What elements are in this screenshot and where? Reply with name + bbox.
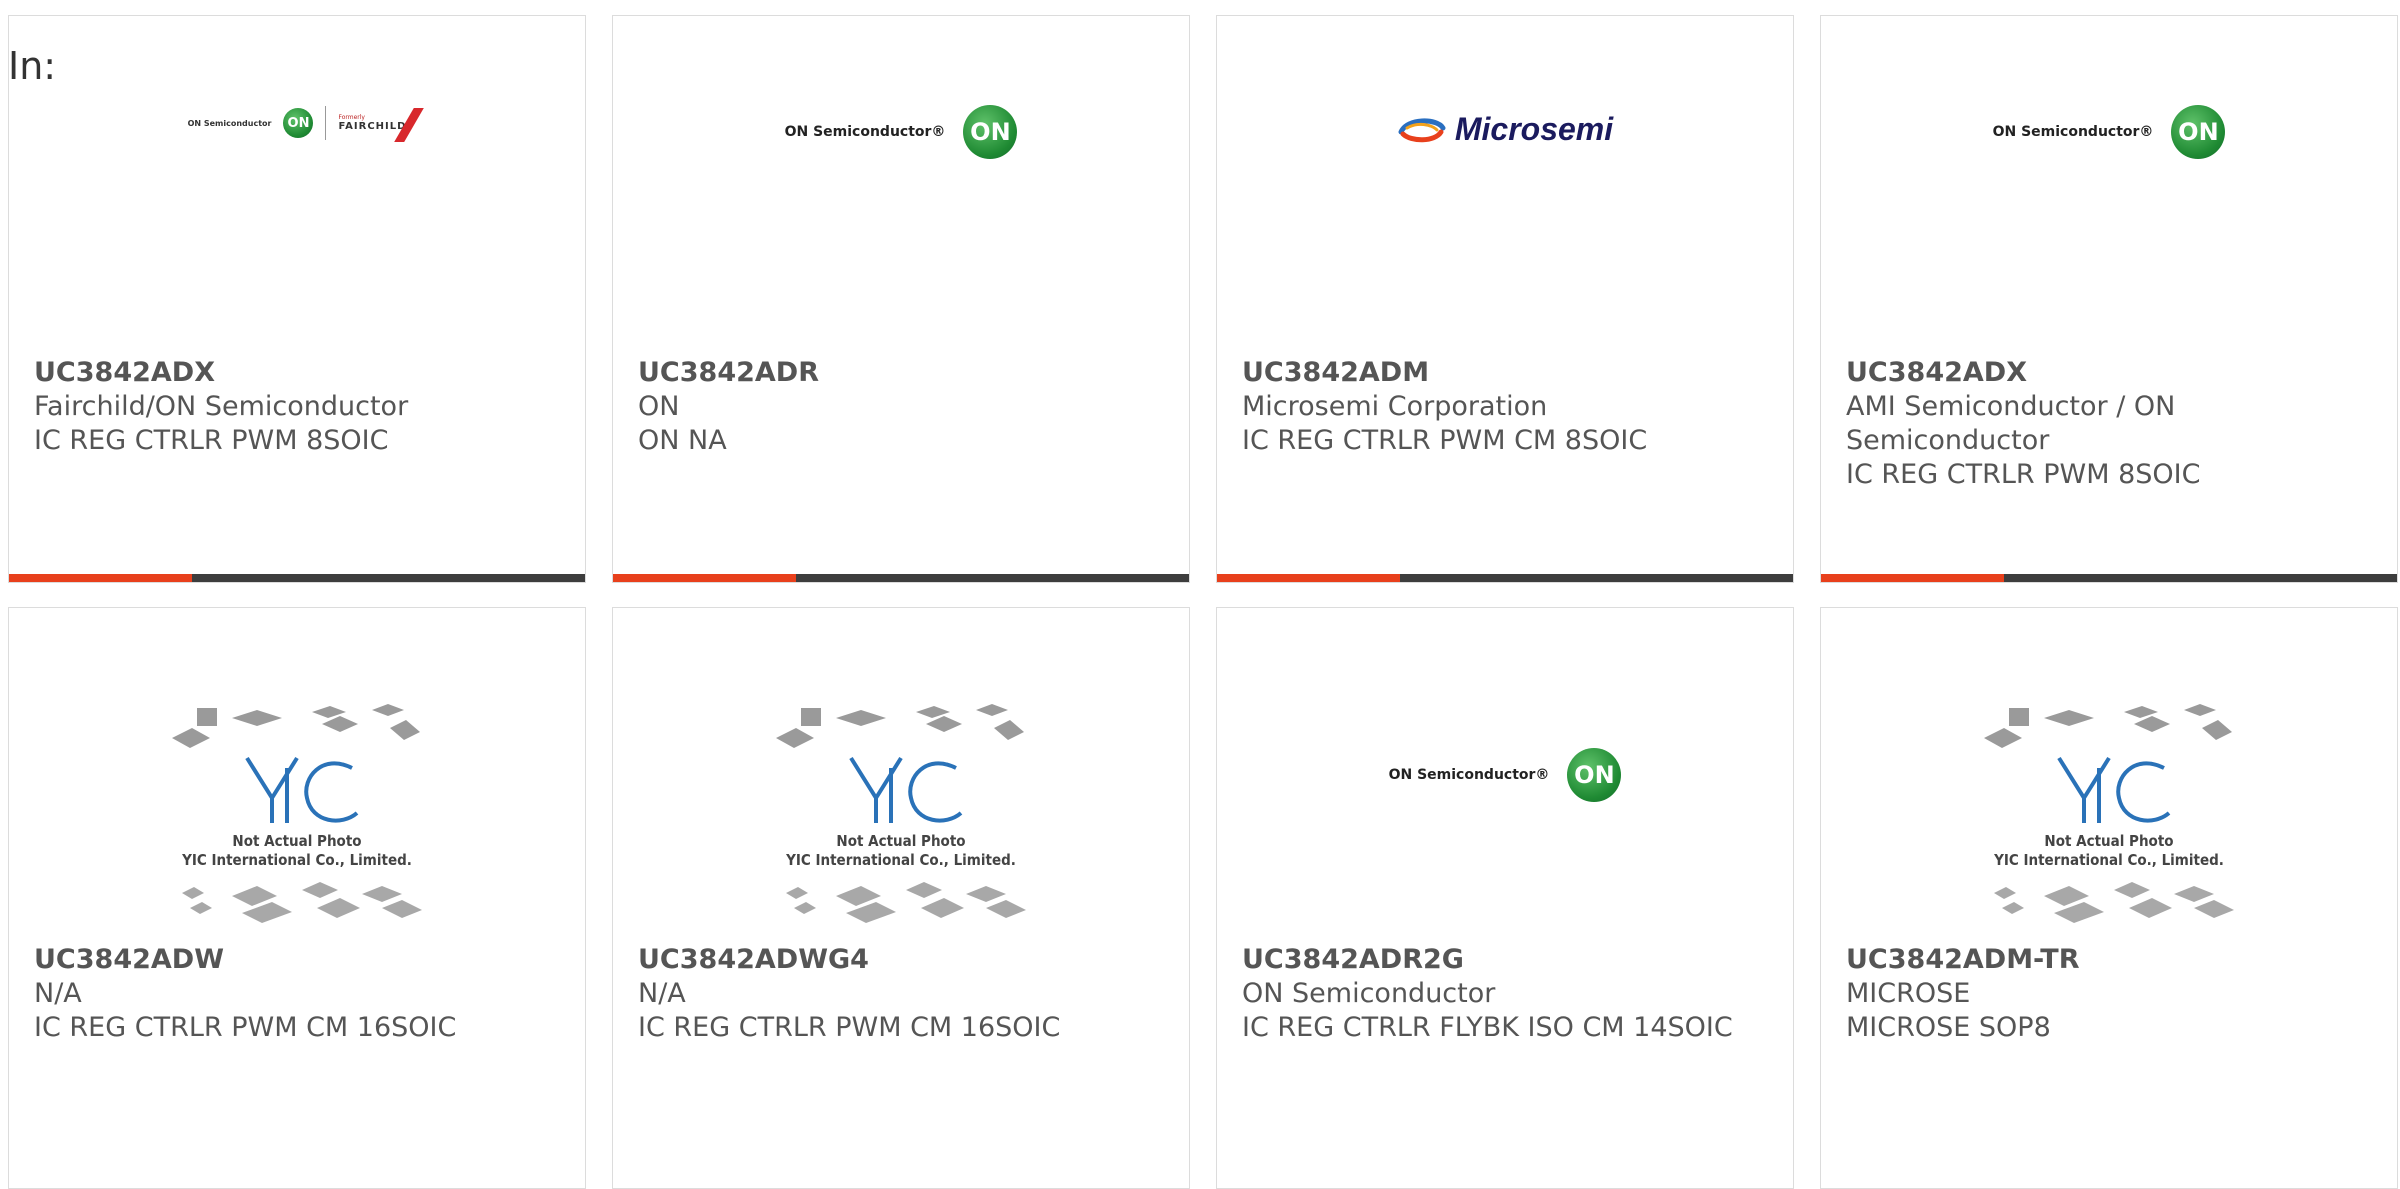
page-heading: In: <box>8 44 57 88</box>
card-footer-accent <box>613 574 796 582</box>
manufacturer-name: Microsemi Corporation <box>1242 391 1548 422</box>
card-footer-accent <box>1821 574 2004 582</box>
card-footer-accent <box>1217 574 1400 582</box>
product-card[interactable]: Not Actual Photo YIC International Co., … <box>8 607 586 1189</box>
chip-packages-icon <box>172 704 422 923</box>
part-description: IC REG CTRLR PWM CM 16SOIC <box>638 1012 1061 1043</box>
part-description: IC REG CTRLR PWM 8SOIC <box>34 425 389 456</box>
manufacturer-logo: ON Semiconductor® ON <box>1821 91 2397 311</box>
part-description: IC REG CTRLR FLYBK ISO CM 14SOIC <box>1242 1012 1733 1043</box>
manufacturer-logo: ON Semiconductor® ON <box>613 91 1189 311</box>
manufacturer-name: N/A <box>638 978 686 1009</box>
product-card[interactable]: ON Semiconductor ON Formerly FAIRCHILD U… <box>8 15 586 583</box>
on-semiconductor-wordmark: ON Semiconductor® <box>784 124 946 140</box>
on-semiconductor-wordmark: ON Semiconductor® <box>1992 124 2154 140</box>
logo-divider <box>325 106 327 140</box>
part-number[interactable]: UC3842ADX <box>34 356 565 390</box>
manufacturer-logo: Not Actual Photo YIC International Co., … <box>1821 698 2397 923</box>
part-number[interactable]: UC3842ADM <box>1242 356 1773 390</box>
card-footer-bar <box>9 574 585 582</box>
manufacturer-logo: ON Semiconductor® ON <box>1217 698 1793 918</box>
part-description: IC REG CTRLR PWM CM 16SOIC <box>34 1012 457 1043</box>
on-circle-icon: ON <box>283 108 314 138</box>
part-description: MICROSE SOP8 <box>1846 1012 2051 1043</box>
not-actual-photo-label: Not Actual Photo <box>836 832 966 850</box>
product-grid: ON Semiconductor ON Formerly FAIRCHILD U… <box>8 15 2398 1189</box>
microsemi-wordmark: Microsemi <box>1454 111 1614 147</box>
fairchild-formerly-label: Formerly <box>338 114 365 121</box>
part-description: IC REG CTRLR PWM 8SOIC <box>1846 459 2201 490</box>
yic-company-label: YIC International Co., Limited. <box>786 851 1016 869</box>
manufacturer-name: ON <box>638 391 680 422</box>
product-card[interactable]: ON Semiconductor® ON UC3842ADX AMI Semic… <box>1820 15 2398 583</box>
chip-packages-icon <box>776 704 1026 923</box>
on-circle-icon: ON <box>1567 748 1622 802</box>
manufacturer-logo: Not Actual Photo YIC International Co., … <box>9 698 585 923</box>
not-actual-photo-label: Not Actual Photo <box>232 832 362 850</box>
manufacturer-logo: Microsemi <box>1217 91 1793 311</box>
part-number[interactable]: UC3842ADW <box>34 943 565 977</box>
card-footer-bar <box>613 574 1189 582</box>
part-description: ON NA <box>638 425 727 456</box>
fairchild-name: FAIRCHILD <box>338 121 407 132</box>
manufacturer-name: AMI Semiconductor / ON Semiconductor <box>1846 391 2176 456</box>
on-semiconductor-logo: ON Semiconductor® ON <box>785 105 1018 159</box>
on-circle-icon: ON <box>963 105 1018 159</box>
part-number[interactable]: UC3842ADWG4 <box>638 943 1169 977</box>
on-semiconductor-wordmark: ON Semiconductor® <box>1388 767 1550 783</box>
microsemi-logo: Microsemi <box>1397 111 1613 148</box>
on-semiconductor-logo: ON Semiconductor® ON <box>1993 105 2226 159</box>
manufacturer-name: N/A <box>34 978 82 1009</box>
manufacturer-name: Fairchild/ON Semiconductor <box>34 391 409 422</box>
part-number[interactable]: UC3842ADM-TR <box>1846 943 2377 977</box>
card-footer-bar <box>1821 574 2397 582</box>
on-semiconductor-logo: ON Semiconductor® ON <box>1389 748 1622 802</box>
product-card[interactable]: Not Actual Photo YIC International Co., … <box>612 607 1190 1189</box>
chip-packages-icon <box>1984 704 2234 923</box>
product-card[interactable]: Microsemi UC3842ADM Microsemi Corporatio… <box>1216 15 1794 583</box>
fairchild-wordmark: Formerly FAIRCHILD <box>338 108 425 142</box>
yic-placeholder-image: Not Actual Photo YIC International Co., … <box>766 698 1036 938</box>
manufacturer-logo: Not Actual Photo YIC International Co., … <box>613 698 1189 923</box>
part-number[interactable]: UC3842ADX <box>1846 356 2377 390</box>
product-card[interactable]: Not Actual Photo YIC International Co., … <box>1820 607 2398 1189</box>
card-footer-accent <box>9 574 192 582</box>
manufacturer-name: ON Semiconductor <box>1242 978 1496 1009</box>
manufacturer-logo: ON Semiconductor ON Formerly FAIRCHILD <box>9 91 585 311</box>
yic-company-label: YIC International Co., Limited. <box>182 851 412 869</box>
part-number[interactable]: UC3842ADR <box>638 356 1169 390</box>
not-actual-photo-label: Not Actual Photo <box>2044 832 2174 850</box>
card-footer-bar <box>1217 574 1793 582</box>
product-card[interactable]: ON Semiconductor® ON UC3842ADR ON ON NA <box>612 15 1190 583</box>
part-description: IC REG CTRLR PWM CM 8SOIC <box>1242 425 1648 456</box>
on-semiconductor-wordmark: ON Semiconductor <box>187 118 272 128</box>
fairchild-on-logo: ON Semiconductor ON Formerly FAIRCHILD <box>187 106 425 142</box>
yic-company-label: YIC International Co., Limited. <box>1994 851 2224 869</box>
product-card[interactable]: ON Semiconductor® ON UC3842ADR2G ON Semi… <box>1216 607 1794 1189</box>
manufacturer-name: MICROSE <box>1846 978 1971 1009</box>
microsemi-swirl-icon <box>1397 116 1447 144</box>
on-circle-icon: ON <box>2171 105 2226 159</box>
yic-placeholder-image: Not Actual Photo YIC International Co., … <box>1974 698 2244 938</box>
part-number[interactable]: UC3842ADR2G <box>1242 943 1773 977</box>
yic-placeholder-image: Not Actual Photo YIC International Co., … <box>162 698 432 938</box>
